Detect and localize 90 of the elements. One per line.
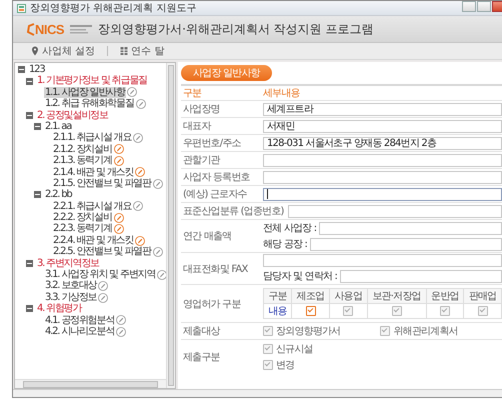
collapse-toggle-icon[interactable] [34, 191, 41, 198]
field-label: 표준산업분류 (업종번호) [182, 205, 285, 218]
pin-icon [31, 46, 39, 56]
checkbox-label: 위해관리계획서 [393, 325, 458, 338]
field-label: 전체 사업장 : [263, 222, 316, 235]
tree-item[interactable]: 2.2.4. 배관 및 개스킷 [52, 234, 134, 246]
tree-item[interactable]: 2.1.3. 동력기계 [52, 155, 113, 167]
tree-item[interactable]: 2.2. bb [44, 189, 73, 201]
text-cursor [267, 189, 268, 199]
app-icon [17, 4, 26, 12]
program-title: 장외영향평가서·위해관리계획서 작성지원 프로그램 [98, 20, 374, 38]
field-label: 대표전화및 FAX [182, 262, 249, 276]
input-field[interactable] [310, 238, 502, 250]
input-field[interactable] [263, 188, 502, 200]
table-header: 보관·저장업 [367, 288, 426, 304]
input-field[interactable] [288, 204, 502, 218]
tree-item[interactable]: 2.1.4. 배관 및 개스킷 [52, 166, 134, 178]
collapse-toggle-icon[interactable] [34, 123, 41, 130]
table-header: 구분 [264, 288, 292, 304]
tree-item[interactable]: 3. 주변지역정보 [36, 258, 100, 270]
checkbox[interactable] [306, 306, 316, 316]
tree-item[interactable]: 4.2. 시나리오분석 [44, 326, 116, 338]
checkbox[interactable] [380, 326, 390, 336]
field-label: 제출구분 [182, 351, 221, 364]
column-header: 구분 [182, 87, 202, 100]
collapse-toggle-icon[interactable] [26, 112, 33, 119]
field-label: 연간 매출액 [182, 230, 232, 243]
input-field[interactable]: 세계프트라 [263, 102, 502, 116]
minimize-button[interactable] [462, 1, 476, 12]
checkbox-label: 신규시설 [276, 343, 313, 356]
collapse-toggle-icon[interactable] [26, 78, 33, 85]
table-header: 운반업 [426, 288, 464, 304]
input-field[interactable] [263, 254, 502, 267]
table-header: 판매업 [464, 288, 502, 304]
checkbox[interactable] [263, 344, 273, 354]
checkbox-label: 변경 [276, 359, 294, 372]
checkbox-label: 장외영향평가서 [276, 325, 340, 338]
field-label: 사업자 등록번호 [182, 171, 251, 184]
field-label: 담당자 및 연락처 : [263, 270, 338, 283]
tree-item[interactable]: 3.1. 사업장 위치 및 주변지역 [44, 269, 156, 280]
close-button[interactable] [492, 1, 502, 12]
table-header: 제조업 [292, 288, 330, 304]
tree-item[interactable]: 1.2. 취급 유해화학물질 [44, 98, 135, 110]
tree-item[interactable]: 123 [28, 64, 46, 76]
tree-item[interactable]: 4.1. 공정위험분석 [44, 314, 116, 326]
column-header: 세부내용 [263, 87, 300, 100]
collapse-toggle-icon[interactable] [26, 260, 33, 267]
input-field[interactable] [340, 270, 502, 282]
input-field[interactable] [319, 222, 502, 234]
input-field[interactable] [263, 170, 502, 184]
field-label: 영업허가 구분 [182, 298, 242, 310]
tree-item[interactable]: 2.1.2. 장치설비 [52, 144, 113, 156]
field-label: 우편번호/주소 [182, 137, 242, 150]
nics-logo: NICS [27, 22, 64, 36]
field-label: 제출대상 [182, 325, 222, 338]
input-field[interactable]: 128-031 서울서초구 양재동 284번지 2층 [263, 136, 502, 150]
tree-item[interactable]: 2.2.3. 동력기계 [52, 223, 113, 235]
tree-item[interactable]: 2. 공정및설비정보 [36, 110, 109, 121]
checkbox[interactable] [263, 360, 273, 370]
field-label: 해당 공장 : [263, 238, 308, 251]
tree-item[interactable]: 4. 위험평가 [36, 303, 82, 315]
tree-item[interactable]: 2.2.5. 안전밸브 및 파열판 [52, 246, 152, 258]
checkbox[interactable] [263, 326, 273, 336]
table-cell: 내용 [264, 304, 292, 318]
toolbar-button[interactable]: 연수 탈 [120, 44, 164, 58]
logo-tagline-icon [70, 24, 92, 34]
maximize-button[interactable] [477, 1, 491, 12]
collapse-toggle-icon[interactable] [18, 66, 25, 74]
tree-item[interactable]: 2.1.1. 취급시설 개요 [52, 132, 132, 144]
table-icon [120, 46, 128, 56]
tree-item[interactable]: 3.3. 기상정보 [44, 292, 98, 304]
field-label: 관할기관 [182, 154, 222, 167]
input-field[interactable] [263, 154, 502, 166]
input-field[interactable]: 서재민 [263, 120, 502, 132]
tree-item[interactable]: 2.1.5. 안전밸브 및 파열판 [52, 178, 152, 190]
field-label: 대표자 [182, 120, 212, 133]
table-header: 사용업 [329, 288, 368, 304]
field-label: 사업장명 [182, 103, 221, 116]
tree-item[interactable]: 2.2.2. 장치설비 [52, 212, 113, 224]
tree-item[interactable]: 2.1. aa [44, 120, 72, 132]
window-title: 장외영향평가 위해관리계획 지원도구 [30, 2, 196, 15]
tree-item[interactable]: 1. 기본평가정보 및 취급물질 [36, 75, 148, 87]
vertical-scrollbar[interactable] [166, 63, 175, 388]
tree-item[interactable]: 1.1. 사업장 일반사항 [44, 86, 126, 98]
toolbar-button[interactable]: 사업체 설정 [31, 44, 96, 58]
collapse-toggle-icon[interactable] [26, 305, 33, 312]
horizontal-scrollbar[interactable] [15, 379, 166, 388]
field-label: (예상) 근로자수 [182, 188, 248, 201]
tree-item[interactable]: 2.2.1. 취급시설 개요 [52, 200, 132, 212]
tree-item[interactable]: 3.2. 보호대상 [44, 280, 98, 292]
